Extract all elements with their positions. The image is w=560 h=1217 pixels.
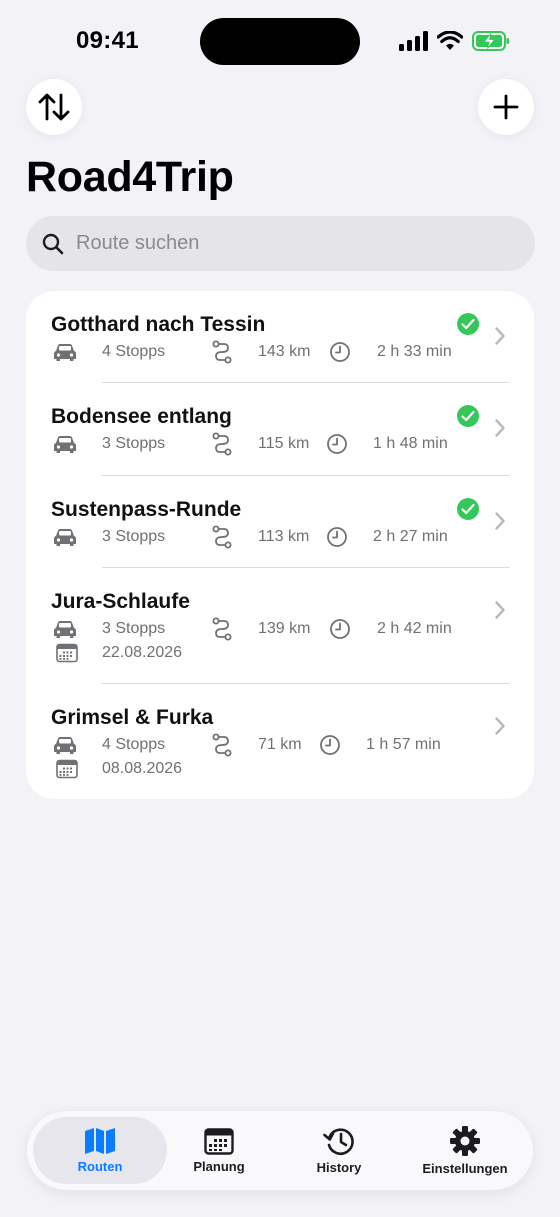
wifi-icon (437, 31, 463, 50)
status-icons (399, 28, 510, 54)
route-distance: 115 km (258, 435, 310, 452)
chevron-right-icon (495, 327, 505, 345)
completed-badge (457, 498, 479, 520)
route-row[interactable]: Bodensee entlang 3 Stopps 115 km 1 h 48 min (26, 383, 534, 476)
clock-icon (330, 619, 350, 639)
route-meta: 3 Stopps 113 km 2 h 27 min (51, 525, 471, 549)
car-icon (54, 621, 76, 638)
route-row[interactable]: Gotthard nach Tessin 4 Stopps 143 km 2 h 33… (26, 291, 534, 383)
route-icon (212, 340, 232, 364)
clock-icon (327, 527, 347, 547)
search-field[interactable]: Route suchen (26, 216, 535, 271)
search-icon (42, 233, 64, 254)
route-name: Gotthard nach Tessin (51, 313, 266, 336)
route-name: Bodensee entlang (51, 405, 232, 428)
route-distance: 143 km (258, 343, 311, 360)
route-duration: 1 h 48 min (373, 435, 448, 452)
route-row[interactable]: Sustenpass-Runde 3 Stopps 113 km 2 h 27 min (26, 476, 534, 568)
clock-icon (327, 434, 347, 454)
car-icon (54, 529, 76, 546)
checkmark-icon (461, 318, 475, 330)
route-name: Jura-Schlaufe (51, 590, 190, 613)
route-meta: 4 Stopps 143 km 2 h 33 min (51, 340, 471, 364)
chevron-right-icon (495, 717, 505, 735)
route-distance: 113 km (258, 528, 310, 545)
tab-label: Einstellungen (422, 1161, 508, 1176)
tab-label: Routen (77, 1159, 123, 1174)
status-bar: 09:41 (0, 0, 560, 84)
route-date: 08.08.2026 (102, 760, 183, 777)
route-duration: 2 h 27 min (373, 528, 448, 545)
tab-history[interactable]: History (279, 1117, 399, 1184)
route-stops: 3 Stopps (102, 620, 166, 637)
route-name: Sustenpass-Runde (51, 498, 242, 521)
route-stops: 3 Stopps (102, 528, 166, 545)
car-icon (54, 436, 76, 453)
calendar-icon (204, 1128, 234, 1155)
route-name: Grimsel & Furka (51, 706, 214, 729)
chevron-right-icon (495, 419, 505, 437)
route-list: Gotthard nach Tessin 4 Stopps 143 km 2 h 33… (26, 291, 534, 799)
route-icon (212, 432, 232, 456)
sort-button[interactable] (26, 79, 82, 135)
route-row[interactable]: Jura-Schlaufe 3 Stopps 139 km 2 h 42 min 22.… (26, 568, 534, 684)
clock-icon (330, 342, 350, 362)
tab-bar: Routen Planung History Einstellungen (27, 1111, 533, 1190)
route-stops: 3 Stopps (102, 435, 166, 452)
calendar-icon (56, 759, 78, 779)
signal-icon (399, 31, 428, 51)
route-stops: 4 Stopps (102, 343, 166, 360)
calendar-icon (56, 643, 78, 663)
tab-routen[interactable]: Routen (33, 1117, 167, 1184)
completed-badge (457, 313, 479, 335)
car-icon (54, 344, 76, 361)
clock-icon (320, 735, 340, 755)
search-placeholder: Route suchen (76, 232, 200, 254)
gear-icon (450, 1126, 480, 1156)
route-row[interactable]: Grimsel & Furka 4 Stopps 71 km 1 h 57 min 08… (26, 684, 534, 799)
car-icon (54, 737, 76, 754)
plus-icon (493, 94, 519, 120)
route-duration: 1 h 57 min (366, 736, 441, 753)
route-icon (212, 733, 232, 757)
add-route-button[interactable] (478, 79, 534, 135)
chevron-right-icon (495, 512, 505, 530)
tab-label: Planung (193, 1159, 245, 1174)
completed-badge (457, 405, 479, 427)
dynamic-island (200, 18, 360, 65)
tab-label: History (316, 1160, 362, 1175)
battery-charging-icon (472, 31, 509, 51)
sort-arrows-icon (38, 93, 70, 121)
history-icon (323, 1128, 354, 1155)
checkmark-icon (461, 503, 475, 515)
page-title: Road4Trip (26, 153, 234, 201)
route-meta: 3 Stopps 115 km 1 h 48 min (51, 432, 471, 456)
route-duration: 2 h 33 min (377, 343, 452, 360)
route-stops: 4 Stopps (102, 736, 166, 753)
route-distance: 71 km (258, 736, 302, 753)
route-date: 22.08.2026 (102, 644, 183, 661)
status-time: 09:41 (76, 27, 139, 54)
route-meta: 4 Stopps 71 km 1 h 57 min (51, 733, 471, 757)
map-icon (85, 1128, 115, 1154)
tab-planung[interactable]: Planung (167, 1117, 271, 1184)
tab-einstellungen[interactable]: Einstellungen (403, 1117, 527, 1184)
route-icon (212, 525, 232, 549)
route-duration: 2 h 42 min (377, 620, 452, 637)
route-date-row: 22.08.2026 (51, 641, 471, 665)
checkmark-icon (461, 410, 475, 422)
route-date-row: 08.08.2026 (51, 757, 471, 781)
route-distance: 139 km (258, 620, 311, 637)
chevron-right-icon (495, 601, 505, 619)
route-meta: 3 Stopps 139 km 2 h 42 min (51, 617, 471, 641)
route-icon (212, 617, 232, 641)
